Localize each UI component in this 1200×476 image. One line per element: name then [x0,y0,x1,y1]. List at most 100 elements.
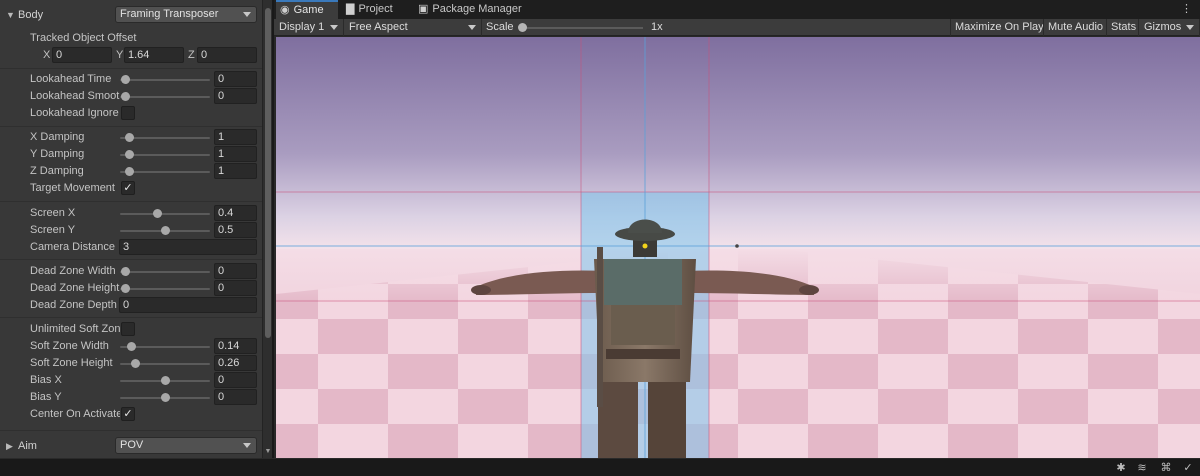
tab-project[interactable]: ▇ Project [342,0,412,19]
screen-y-label: Screen Y [30,224,76,236]
slider-knob[interactable] [125,167,134,176]
slider-knob[interactable] [126,342,136,351]
dead-zone-width-field[interactable]: 0 [214,263,257,279]
divider [0,259,262,260]
tab-project-label: Project [358,3,393,15]
z-damping-slider[interactable] [120,163,210,180]
unlimited-soft-zone-checkbox[interactable] [121,322,135,336]
game-toolbar: Display 1 Free Aspect Scale 1x Maximize … [274,19,1200,36]
debug-icon[interactable]: ⌘ [1159,461,1173,475]
chevron-down-icon [243,12,251,17]
game-viewport[interactable] [276,37,1200,458]
screen-y-slider[interactable] [120,222,210,239]
display-dropdown-value: Display 1 [279,21,325,33]
slider-knob[interactable] [161,226,170,235]
camera-distance-field[interactable]: 3 [119,239,257,255]
slider-knob[interactable] [121,92,130,101]
tab-package-manager[interactable]: ▣ Package Manager [414,0,544,19]
offset-y-label[interactable]: Y [116,47,123,64]
z-damping-row: Z Damping 1 [0,163,262,180]
target-movement-checkbox[interactable]: ✓ [121,181,135,195]
gizmos-dropdown[interactable]: Gizmos [1138,19,1200,36]
screen-y-field[interactable]: 0.5 [214,222,257,238]
dead-zone-height-field[interactable]: 0 [214,280,257,296]
folder-icon: ▇ [346,3,355,15]
soft-zone-height-slider[interactable] [120,355,210,372]
x-damping-field[interactable]: 1 [214,129,257,145]
offset-x-field[interactable]: 0 [52,47,112,63]
body-dropdown[interactable]: Framing Transposer [115,6,257,23]
slider-knob[interactable] [121,75,130,84]
slider-knob[interactable] [121,284,130,293]
tab-game[interactable]: ◉ Game [276,0,338,19]
center-on-activate-row: Center On Activate ✓ [0,406,262,423]
target-marker [642,243,648,249]
lookahead-smoothing-slider[interactable] [120,88,210,105]
soft-zone-width-field[interactable]: 0.14 [214,338,257,354]
bias-x-field[interactable]: 0 [214,372,257,388]
scroll-down-arrow-icon[interactable]: ▼ [264,448,272,456]
lookahead-time-slider[interactable] [120,71,210,88]
bug-icon[interactable]: ✱ [1114,461,1128,475]
scale-slider-knob[interactable] [518,23,527,32]
soft-zone-height-field[interactable]: 0.26 [214,355,257,371]
screen-y-row: Screen Y 0.5 [0,222,262,239]
dead-zone-depth-field[interactable]: 0 [119,297,257,313]
mute-audio-button[interactable]: Mute Audio [1043,19,1107,36]
chevron-down-icon [1186,25,1194,30]
tab-game-label: Game [293,4,324,16]
offset-z-field[interactable]: 0 [197,47,257,63]
slider-knob[interactable] [161,393,170,402]
lookahead-ignore-y-checkbox[interactable] [121,106,135,120]
stats-button[interactable]: Stats [1106,19,1140,36]
dead-zone-height-slider[interactable] [120,280,210,297]
x-damping-slider[interactable] [120,129,210,146]
tracked-offset-label: Tracked Object Offset [30,32,137,44]
aim-dropdown[interactable]: POV [115,437,257,454]
inspector-scrollbar[interactable]: ▼ [262,0,272,458]
offset-z-label[interactable]: Z [188,47,195,64]
check-circle-icon[interactable]: ✓ [1181,461,1195,475]
screen-x-label: Screen X [30,207,76,219]
editor-tabbar: ◉ Game ▇ Project ▣ Package Manager ⋮ [274,0,1200,19]
screen-x-field[interactable]: 0.4 [214,205,257,221]
foldout-collapsed-icon[interactable]: ▶ [6,441,13,452]
screen-x-row: Screen X 0.4 [0,205,262,222]
center-on-activate-checkbox[interactable]: ✓ [121,407,135,421]
lookahead-smoothing-field[interactable]: 0 [214,88,257,104]
slider-knob[interactable] [131,359,141,368]
dead-zone-width-slider[interactable] [120,263,210,280]
bias-y-slider[interactable] [120,389,210,406]
more-options-icon[interactable]: ⋮ [1181,2,1192,16]
bias-x-slider[interactable] [120,372,210,389]
layers-icon[interactable]: ≋ [1135,461,1149,475]
y-damping-field[interactable]: 1 [214,146,257,162]
slider-knob[interactable] [153,209,162,218]
soft-zone-width-slider[interactable] [120,338,210,355]
slider-knob[interactable] [125,150,134,159]
bias-y-field[interactable]: 0 [214,389,257,405]
divider [0,68,262,69]
maximize-on-play-button[interactable]: Maximize On Play [950,19,1048,36]
lookahead-time-row: Lookahead Time 0 [0,71,262,88]
unlimited-soft-zone-row: Unlimited Soft Zon [0,321,262,338]
divider [0,317,262,318]
z-damping-field[interactable]: 1 [214,163,257,179]
y-damping-slider[interactable] [120,146,210,163]
lookahead-time-field[interactable]: 0 [214,71,257,87]
lookahead-smoothing-row: Lookahead Smooth 0 [0,88,262,105]
offset-y-field[interactable]: 1.64 [124,47,184,63]
gizmos-label: Gizmos [1144,21,1182,33]
aspect-dropdown[interactable]: Free Aspect [344,19,482,36]
display-dropdown[interactable]: Display 1 [274,19,344,36]
bias-x-row: Bias X 0 [0,372,262,389]
scrollbar-thumb[interactable] [265,8,271,338]
soft-zone-width-label: Soft Zone Width [30,340,109,352]
offset-x-label[interactable]: X [43,47,50,64]
slider-knob[interactable] [121,267,130,276]
slider-knob[interactable] [161,376,170,385]
slider-knob[interactable] [125,133,134,142]
scale-slider[interactable] [519,27,643,29]
foldout-expanded-icon[interactable]: ▼ [6,10,15,20]
screen-x-slider[interactable] [120,205,210,222]
